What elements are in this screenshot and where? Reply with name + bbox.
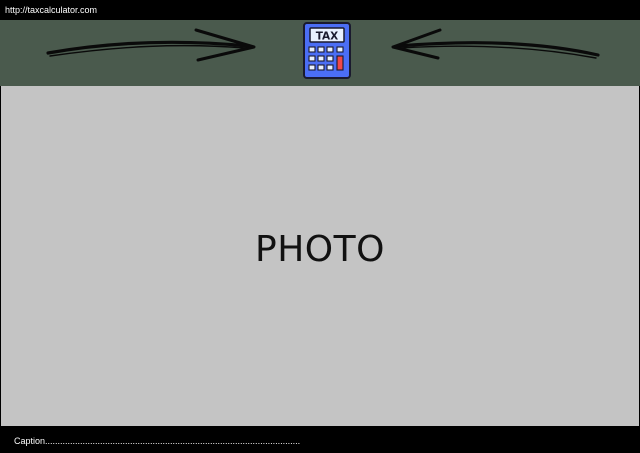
photo-placeholder-label: PHOTO xyxy=(255,229,385,270)
caption-bar: Caption.................................… xyxy=(0,426,640,453)
tax-icon-label: TAX xyxy=(316,31,339,43)
banner-graphics: TAX xyxy=(46,22,600,79)
header-banner: TAX xyxy=(0,20,640,86)
photo-placeholder: PHOTO xyxy=(1,86,639,426)
url-bar[interactable]: http://taxcalculator.com xyxy=(0,0,640,20)
arrow-left-icon xyxy=(391,28,600,60)
tax-calculator-icon: TAX xyxy=(303,22,351,79)
arrow-right-icon xyxy=(46,28,256,62)
